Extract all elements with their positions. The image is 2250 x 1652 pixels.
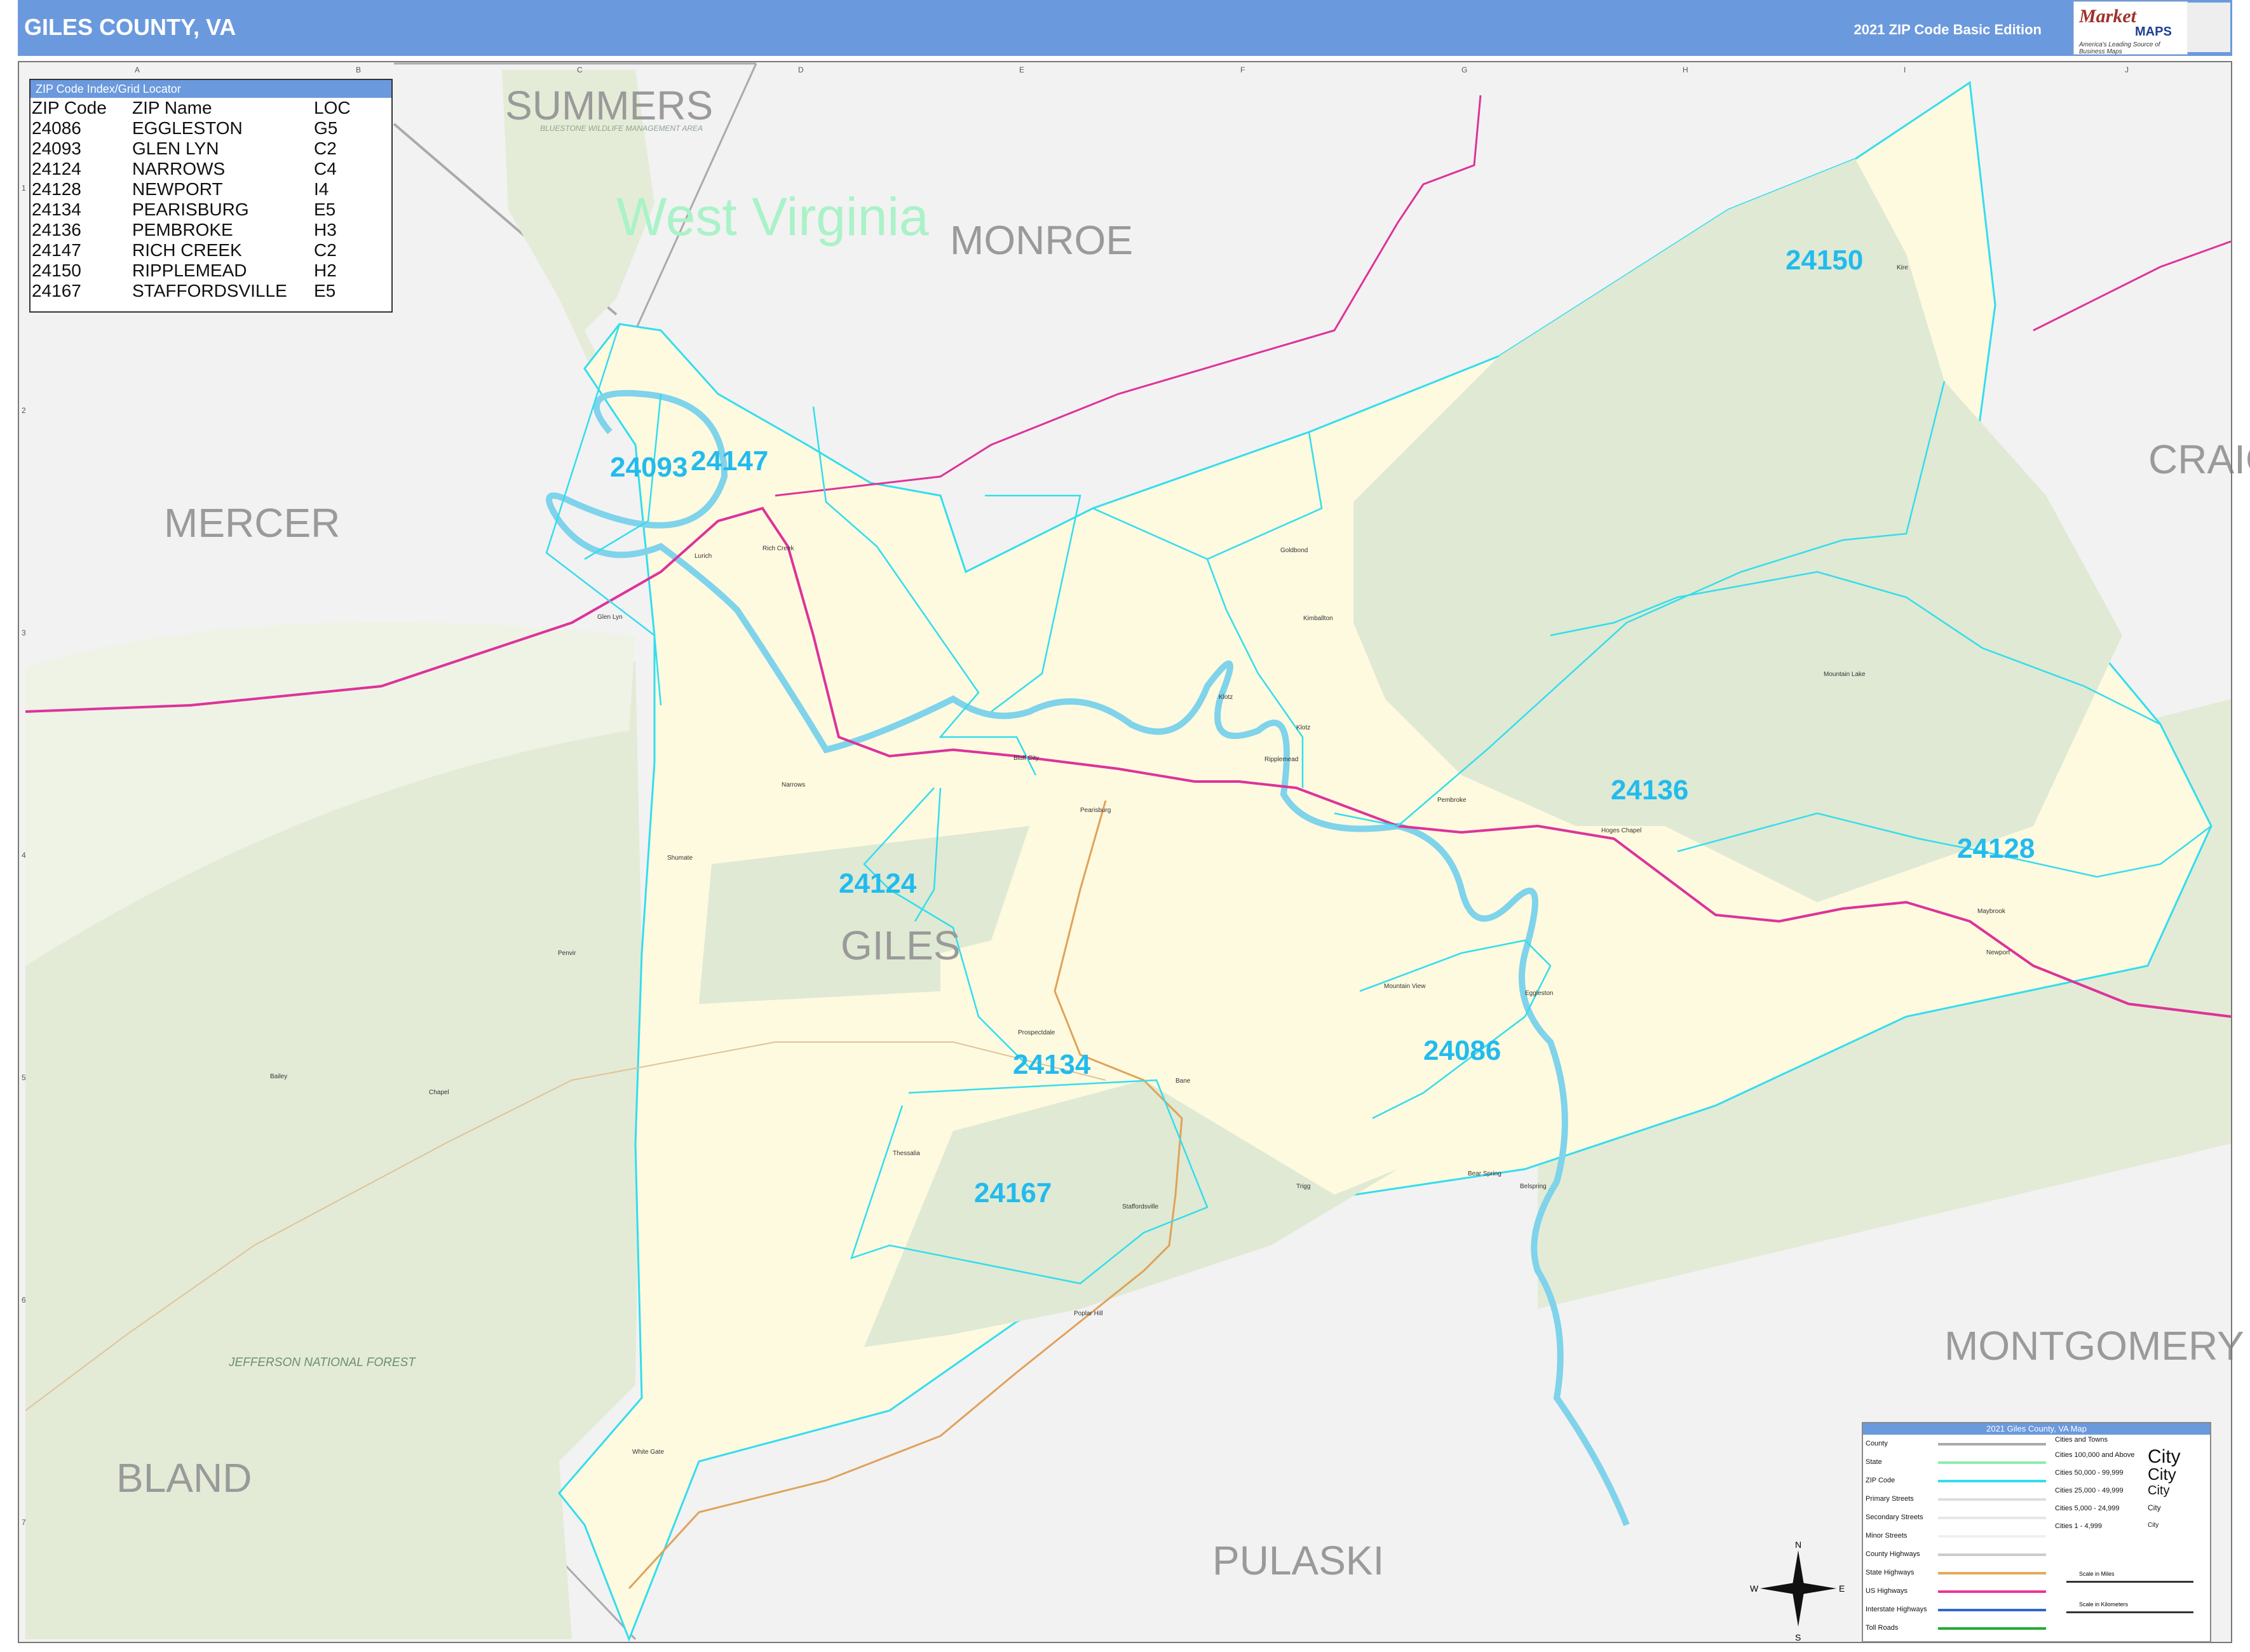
zip-index-header: ZIP Name	[132, 98, 212, 118]
zip-loc: C2	[314, 240, 337, 260]
legend-item-swatch	[1938, 1590, 2046, 1593]
zip-loc: C2	[314, 139, 337, 158]
legend-item-label: State Highways	[1866, 1569, 1915, 1576]
legend-item-label: ZIP Code	[1866, 1477, 1895, 1484]
zip-code: 24093	[32, 139, 81, 158]
zip-index-panel: ZIP Code Index/Grid Locator ZIP Code ZIP…	[29, 79, 393, 313]
zip-loc: C4	[314, 159, 337, 179]
legend-item-swatch	[1938, 1609, 2046, 1611]
table-row: 24167 STAFFORDSVILLE E5	[32, 281, 351, 301]
legend-town-sample: City	[2148, 1521, 2159, 1529]
legend-item-label: County	[1866, 1440, 1888, 1447]
legend-item-swatch	[1938, 1461, 2046, 1464]
zip-loc: G5	[314, 118, 338, 138]
legend-item-label: Primary Streets	[1866, 1495, 1914, 1503]
legend-town-sample: City	[2148, 1484, 2170, 1498]
legend-item-label: State	[1866, 1458, 1882, 1466]
scale-bar-miles	[2066, 1581, 2193, 1583]
table-row: 24150 RIPPLEMEAD H2	[32, 261, 351, 281]
table-row: 24147 RICH CREEK C2	[32, 240, 351, 261]
zip-name: EGGLESTON	[132, 118, 243, 138]
zip-code: 24167	[32, 281, 81, 301]
legend-town-label: Cities 1 - 4,999	[2055, 1522, 2102, 1530]
legend-item-label: Secondary Streets	[1866, 1513, 1923, 1521]
table-row: 24124 NARROWS C4	[32, 159, 351, 179]
legend-item-swatch	[1938, 1517, 2046, 1519]
zip-loc: I4	[314, 179, 329, 199]
legend-item-label: Interstate Highways	[1866, 1606, 1927, 1613]
legend-town-sample: City	[2148, 1465, 2176, 1484]
zip-code: 24136	[32, 220, 81, 240]
map-legend: 2021 Giles County, VA Map County State ZIP…	[1862, 1422, 2211, 1642]
zip-name: RICH CREEK	[132, 240, 242, 260]
zip-index-header: ZIP Code	[32, 98, 107, 118]
legend-town-sample: City	[2148, 1503, 2161, 1512]
legend-town-label: Cities 25,000 - 49,999	[2055, 1487, 2124, 1494]
scale-km-label: Scale in Kilometers	[2079, 1601, 2129, 1608]
zip-loc: H2	[314, 261, 337, 280]
zip-name: GLEN LYN	[132, 139, 219, 158]
zip-index-title: ZIP Code Index/Grid Locator	[30, 80, 391, 98]
legend-item-swatch	[1938, 1535, 2046, 1538]
zip-index-header-row: ZIP Code ZIP Name LOC	[32, 98, 351, 118]
legend-town-label: Cities 5,000 - 24,999	[2055, 1505, 2120, 1512]
legend-item-swatch	[1938, 1572, 2046, 1574]
zip-name: STAFFORDSVILLE	[132, 281, 287, 301]
zip-index-table: ZIP Code ZIP Name LOC 24086 EGGLESTON G5 2…	[32, 98, 351, 301]
zip-name: NEWPORT	[132, 179, 223, 199]
table-row: 24093 GLEN LYN C2	[32, 139, 351, 159]
zip-code: 24124	[32, 159, 81, 179]
legend-town-label: Cities 50,000 - 99,999	[2055, 1469, 2124, 1477]
zip-loc: E5	[314, 200, 336, 219]
table-row: 24134 PEARISBURG E5	[32, 200, 351, 220]
legend-title: 2021 Giles County, VA Map	[1863, 1423, 2210, 1435]
table-row: 24086 EGGLESTON G5	[32, 118, 351, 139]
zip-code: 24128	[32, 179, 81, 199]
zip-code: 24150	[32, 261, 81, 280]
zip-name: PEARISBURG	[132, 200, 249, 219]
legend-item-label: Minor Streets	[1866, 1532, 1908, 1540]
zip-loc: H3	[314, 220, 337, 240]
legend-item-swatch	[1938, 1480, 2046, 1482]
scale-miles-label: Scale in Miles	[2079, 1571, 2115, 1577]
legend-item-swatch	[1938, 1554, 2046, 1556]
zip-code: 24147	[32, 240, 81, 260]
legend-item-swatch	[1938, 1443, 2046, 1446]
table-row: 24128 NEWPORT I4	[32, 179, 351, 200]
zip-index-header: LOC	[314, 98, 351, 118]
scale-bar-km	[2066, 1611, 2193, 1613]
legend-towns-title: Cities and Towns	[2055, 1436, 2108, 1444]
legend-item-swatch	[1938, 1627, 2046, 1630]
zip-code: 24134	[32, 200, 81, 219]
zip-loc: E5	[314, 281, 336, 301]
legend-town-label: Cities 100,000 and Above	[2055, 1451, 2135, 1459]
zip-name: RIPPLEMEAD	[132, 261, 247, 280]
zip-name: PEMBROKE	[132, 220, 233, 240]
legend-item-swatch	[1938, 1498, 2046, 1501]
zip-code: 24086	[32, 118, 81, 138]
legend-item-label: US Highways	[1866, 1587, 1908, 1595]
zip-name: NARROWS	[132, 159, 226, 179]
legend-item-label: Toll Roads	[1866, 1624, 1899, 1632]
legend-item-label: County Highways	[1866, 1550, 1920, 1558]
table-row: 24136 PEMBROKE H3	[32, 220, 351, 240]
